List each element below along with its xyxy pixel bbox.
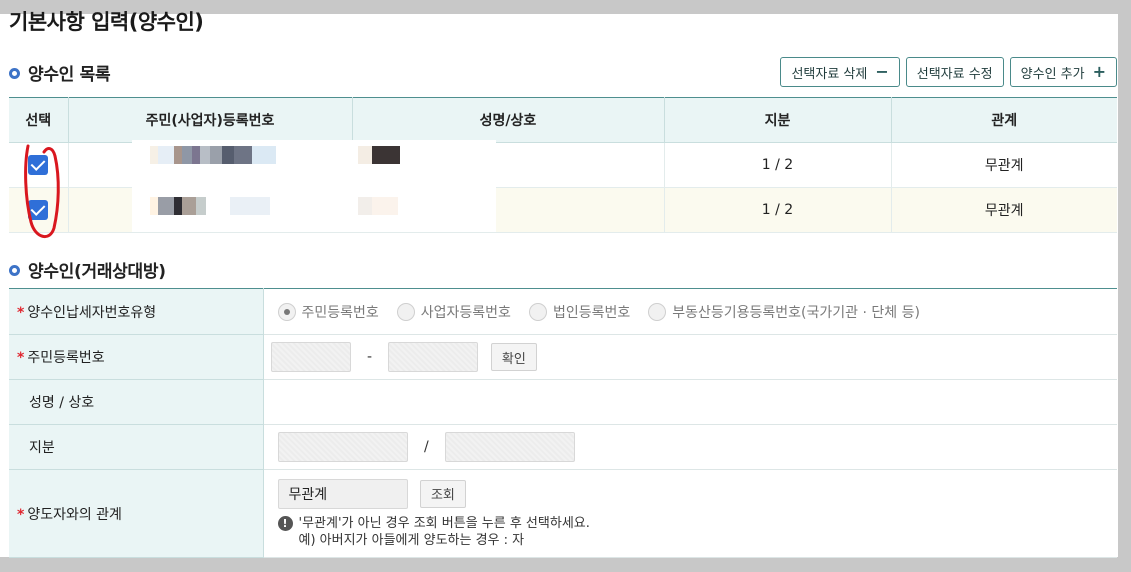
- relation-inputs: 무관계 조회 ! '무관계'가 아닌 경우 조회 버튼을 누른 후 선택하세요.…: [263, 469, 1118, 558]
- plus-icon: +: [1092, 62, 1106, 81]
- recipient-form-title: 양수인(거래상대방): [28, 262, 166, 282]
- share-denominator-input[interactable]: [445, 432, 576, 462]
- relation-row: * 양도자와의 관계 무관계 조회 ! '무관계'가 아닌 경우 조회 버튼을 누…: [9, 469, 1118, 558]
- radio-selected-icon: [277, 302, 296, 321]
- redacted-id-row2: [150, 197, 270, 215]
- column-header-select: 선택: [9, 97, 69, 143]
- relation-label: 양도자와의 관계: [27, 506, 122, 523]
- required-mark: *: [17, 506, 25, 523]
- delete-selected-label: 선택자료 삭제: [791, 66, 868, 82]
- lookup-button[interactable]: 조회: [419, 479, 466, 508]
- radio-label: 사업자등록번호: [420, 304, 511, 321]
- radio-business-number[interactable]: 사업자등록번호: [396, 302, 511, 322]
- relation-cell: 무관계: [891, 187, 1117, 233]
- minus-icon: −: [875, 62, 889, 81]
- confirm-button[interactable]: 확인: [490, 343, 537, 371]
- recipient-form: * 양수인납세자번호유형 주민등록번호 사업자등록번호 법인등록번호 부동산등기용…: [9, 288, 1117, 558]
- radio-resident-number[interactable]: 주민등록번호: [277, 302, 379, 322]
- resident-number-front-input[interactable]: [270, 342, 351, 372]
- share-label: 지분: [9, 424, 264, 470]
- share-separator: /: [423, 439, 429, 455]
- radio-empty-icon: [648, 302, 667, 321]
- relation-label-cell: * 양도자와의 관계: [9, 469, 264, 558]
- resident-number-label: 주민등록번호: [27, 350, 105, 366]
- resident-number-inputs: - 확인: [263, 334, 1117, 380]
- required-mark: *: [17, 304, 25, 321]
- redacted-name-row1: [358, 146, 400, 164]
- relation-cell: 무관계: [891, 142, 1117, 188]
- radio-empty-icon: [396, 302, 415, 321]
- recipient-list-title: 양수인 목록: [28, 65, 111, 85]
- share-cell: 1 / 2: [664, 187, 892, 233]
- bullet-icon: [9, 264, 20, 276]
- radio-label: 부동산등기용등록번호(국가기관 · 단체 등): [672, 304, 920, 321]
- notice-line-1: '무관계'가 아닌 경우 조회 버튼을 누른 후 선택하세요.: [298, 515, 590, 531]
- edit-selected-button[interactable]: 선택자료 수정: [905, 57, 1004, 87]
- radio-real-estate-number[interactable]: 부동산등기용등록번호(국가기관 · 단체 등): [648, 302, 920, 322]
- column-header-share: 지분: [664, 97, 892, 143]
- delete-selected-button[interactable]: 선택자료 삭제 −: [780, 57, 900, 87]
- list-toolbar: 선택자료 삭제 − 선택자료 수정 양수인 추가 +: [780, 57, 1117, 87]
- red-annotation-mark: [24, 144, 60, 238]
- redacted-id-row1: [150, 146, 276, 164]
- column-header-id-number: 주민(사업자)등록번호: [68, 97, 353, 143]
- share-numerator-input[interactable]: [277, 432, 408, 462]
- relation-value-field[interactable]: 무관계: [277, 478, 408, 509]
- notice-line-2: 예) 아버지가 아들에게 양도하는 경우 : 자: [298, 532, 525, 548]
- redacted-name-row2: [358, 197, 398, 215]
- required-mark: *: [17, 350, 25, 366]
- recipient-form-heading: 양수인(거래상대방): [9, 257, 166, 282]
- taxpayer-type-label: 양수인납세자번호유형: [27, 304, 157, 321]
- edit-selected-label: 선택자료 수정: [916, 66, 993, 82]
- name-row: 성명 / 상호: [9, 379, 1117, 425]
- share-cell: 1 / 2: [664, 142, 892, 188]
- column-header-name: 성명/상호: [352, 97, 665, 143]
- table-header-row: 선택 주민(사업자)등록번호 성명/상호 지분 관계: [9, 97, 1117, 143]
- share-inputs: /: [263, 424, 1117, 470]
- taxpayer-type-row: * 양수인납세자번호유형 주민등록번호 사업자등록번호 법인등록번호 부동산등기용…: [9, 288, 1117, 335]
- resident-number-label-cell: * 주민등록번호: [9, 334, 264, 380]
- resident-number-row: * 주민등록번호 - 확인: [9, 334, 1117, 380]
- radio-label: 법인등록번호: [552, 304, 631, 321]
- taxpayer-type-options: 주민등록번호 사업자등록번호 법인등록번호 부동산등기용등록번호(국가기관 · …: [263, 288, 1117, 335]
- bullet-icon: [9, 67, 20, 79]
- resident-number-back-input[interactable]: [388, 342, 479, 372]
- add-recipient-label: 양수인 추가: [1020, 66, 1085, 82]
- relation-notice: ! '무관계'가 아닌 경우 조회 버튼을 누른 후 선택하세요. 예) 아버지…: [277, 515, 1118, 549]
- name-value-cell: [263, 379, 1117, 425]
- taxpayer-type-label-cell: * 양수인납세자번호유형: [9, 288, 264, 335]
- radio-label: 주민등록번호: [301, 304, 379, 321]
- radio-corporate-number[interactable]: 법인등록번호: [528, 302, 631, 322]
- info-icon: !: [277, 515, 293, 531]
- add-recipient-button[interactable]: 양수인 추가 +: [1009, 57, 1117, 87]
- column-header-relation: 관계: [891, 97, 1117, 143]
- recipient-list-heading: 양수인 목록: [9, 60, 111, 85]
- name-label: 성명 / 상호: [9, 379, 264, 425]
- page-title: 기본사항 입력(양수인): [9, 10, 204, 34]
- radio-empty-icon: [528, 302, 547, 321]
- share-row: 지분 /: [9, 424, 1117, 470]
- resident-number-separator: -: [366, 349, 373, 365]
